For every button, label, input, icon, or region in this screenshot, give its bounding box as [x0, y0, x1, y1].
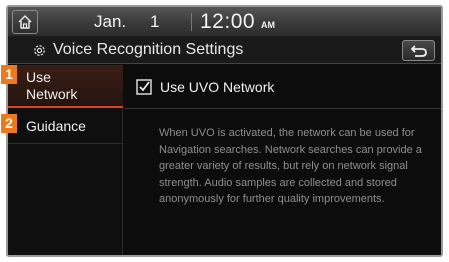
callout-badge-2: 2 — [1, 114, 17, 133]
back-button[interactable] — [402, 40, 435, 61]
date-month: Jan. — [94, 12, 127, 31]
checkbox-checked-icon[interactable] — [136, 79, 152, 95]
option-description: When UVO is activated, the network can b… — [159, 127, 422, 206]
callout-badge-1: 1 — [1, 65, 17, 84]
gear-icon — [34, 45, 45, 56]
back-arrow-icon — [410, 44, 427, 57]
page-title: Voice Recognition Settings — [53, 41, 244, 58]
clock-ampm: AM — [261, 20, 275, 30]
status-bar: Jan. 1 12:00 AM — [8, 7, 441, 37]
menu-item-label: Guidance — [26, 118, 86, 134]
date-day: 1 — [150, 12, 160, 31]
menu-item-guidance[interactable]: Guidance — [8, 110, 123, 144]
home-icon — [18, 15, 32, 29]
settings-menu: Use Network Guidance — [8, 65, 123, 255]
menu-item-use-network[interactable]: Use Network — [8, 65, 123, 108]
settings-content: Use UVO Network When UVO is activated, t… — [124, 65, 441, 255]
option-label: Use UVO Network — [160, 79, 275, 95]
home-button[interactable] — [12, 10, 38, 34]
menu-item-label: Use Network — [26, 69, 78, 102]
title-bar: Voice Recognition Settings — [8, 37, 441, 64]
clock-time: 12:00 — [200, 10, 256, 33]
settings-screen: Jan. 1 12:00 AM Voice Recognition Settin… — [6, 5, 443, 257]
use-uvo-network-option[interactable]: Use UVO Network — [124, 65, 441, 109]
status-divider — [191, 13, 192, 31]
